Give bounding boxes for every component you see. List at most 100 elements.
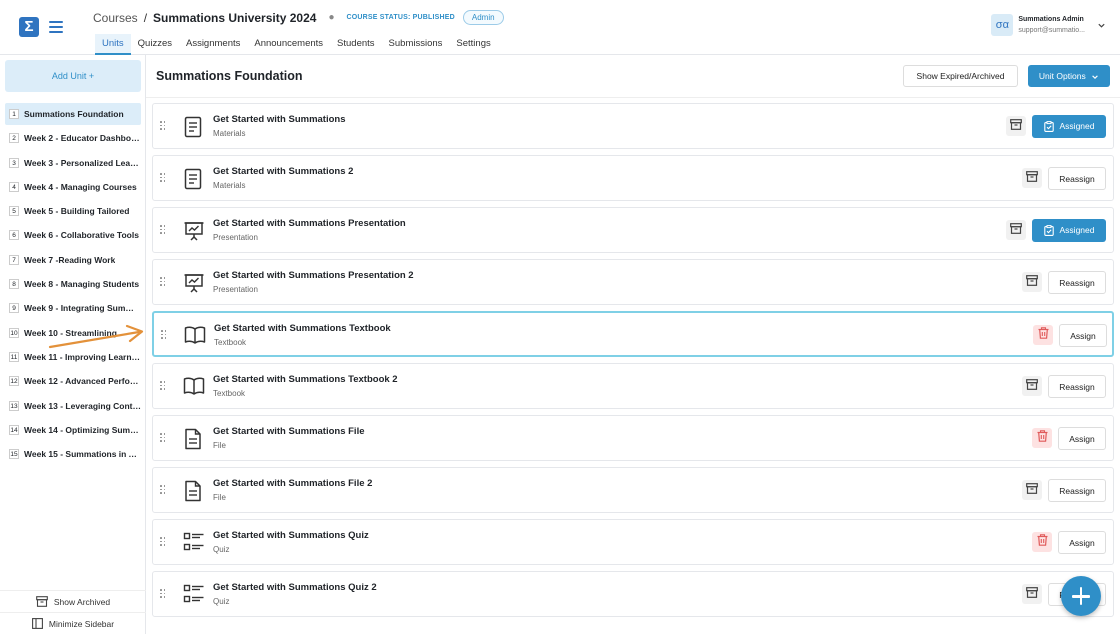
archive-button[interactable] [1022,584,1042,604]
drag-handle-icon[interactable] [160,173,166,183]
assign-button[interactable]: Assign [1059,324,1107,347]
sidebar-item-unit-1[interactable]: 1 Summations Foundation [5,103,141,125]
material-card[interactable]: Get Started with Summations Materials Assi… [152,103,1114,149]
material-card[interactable]: Get Started with Summations 2 Materials Re… [152,155,1114,201]
chevron-down-icon [1092,75,1098,79]
sidebar-item-unit-7[interactable]: 7 Week 7 -Reading Work [5,249,141,271]
sidebar-item-unit-14[interactable]: 14 Week 14 - Optimizing Summations [5,419,141,441]
material-type: Presentation [213,285,258,294]
drag-handle-icon[interactable] [160,121,166,131]
drag-handle-icon[interactable] [160,537,166,547]
user-menu[interactable]: σα Summations Admin support@summatio... [991,14,1106,36]
material-title[interactable]: Get Started with Summations Presentation [213,218,406,229]
add-fab-button[interactable] [1061,576,1101,616]
reassign-button[interactable]: Reassign [1048,271,1106,294]
tab-submissions[interactable]: Submissions [382,34,450,55]
add-unit-button[interactable]: Add Unit + [5,60,141,92]
drag-handle-icon[interactable] [160,485,166,495]
tab-students[interactable]: Students [330,34,382,55]
show-archived-button[interactable]: Show Archived [0,590,146,612]
archive-button[interactable] [1022,376,1042,396]
tab-assignments[interactable]: Assignments [179,34,247,55]
sidebar-item-unit-12[interactable]: 12 Week 12 - Advanced Performance [5,370,141,392]
reassign-button[interactable]: Reassign [1048,167,1106,190]
reassign-button[interactable]: Reassign [1048,375,1106,398]
unit-number: 2 [9,133,19,144]
assigned-button[interactable]: Assigned [1032,219,1106,242]
material-card[interactable]: Get Started with Summations Presentation… [152,207,1114,253]
delete-button[interactable] [1032,532,1052,552]
assign-button[interactable]: Assign [1058,427,1106,450]
material-card[interactable]: Get Started with Summations Quiz 2QuizRe… [152,571,1114,617]
material-card[interactable]: Get Started with Summations Textbook Text… [152,311,1114,357]
sidebar-item-unit-13[interactable]: 13 Week 13 - Leveraging Content [5,395,141,417]
main-content: Summations Foundation Show Expired/Archi… [146,55,1120,634]
annotation-arrow-icon [48,324,144,349]
assign-button[interactable]: Assign [1058,531,1106,554]
breadcrumb-courses-link[interactable]: Courses [93,11,138,25]
archive-button[interactable] [1022,480,1042,500]
action-label: Assign [1069,538,1095,548]
sidebar-item-unit-4[interactable]: 4 Week 4 - Managing Courses [5,176,141,198]
file-icon [183,480,203,507]
tab-quizzes[interactable]: Quizzes [131,34,179,55]
chevron-down-icon[interactable] [1097,21,1106,30]
drag-handle-icon[interactable] [160,225,166,235]
drag-handle-icon[interactable] [160,277,166,287]
archive-button[interactable] [1006,116,1026,136]
archive-button[interactable] [1006,220,1026,240]
assigned-button[interactable]: Assigned [1032,115,1106,138]
drag-handle-icon[interactable] [161,330,167,340]
sidebar-item-unit-15[interactable]: 15 Week 15 - Summations in Action [5,443,141,465]
sidebar-item-unit-2[interactable]: 2 Week 2 - Educator Dashboard [5,127,141,149]
material-card[interactable]: Get Started with Summations File 2 File Re… [152,467,1114,513]
unit-number: 10 [9,327,19,338]
material-type: Materials [213,181,246,190]
action-label: Reassign [1059,486,1095,496]
delete-button[interactable] [1033,325,1053,345]
sidebar-item-unit-9[interactable]: 9 Week 9 - Integrating Summations [5,297,141,319]
reassign-button[interactable]: Reassign [1048,479,1106,502]
tab-announcements[interactable]: Announcements [247,34,330,55]
archive-button[interactable] [1022,272,1042,292]
course-status: COURSE STATUS: PUBLISHED [346,14,455,21]
material-card[interactable]: Get Started with Summations File File Assi… [152,415,1114,461]
archive-button[interactable] [1022,168,1042,188]
show-expired-archived-button[interactable]: Show Expired/Archived [903,65,1018,87]
material-title[interactable]: Get Started with Summations Quiz [213,530,369,541]
material-title[interactable]: Get Started with Summations Textbook [214,323,391,334]
material-title[interactable]: Get Started with Summations [213,114,346,125]
sidebar-item-unit-5[interactable]: 5 Week 5 - Building Tailored [5,200,141,222]
material-title[interactable]: Get Started with Summations File 2 [213,478,372,489]
drag-handle-icon[interactable] [160,433,166,443]
material-title[interactable]: Get Started with Summations 2 [213,166,353,177]
book-icon [184,325,206,350]
material-type: Quiz [213,597,230,606]
unit-label: Week 7 -Reading Work [24,254,116,265]
unit-number: 9 [9,303,19,314]
material-title[interactable]: Get Started with Summations File [213,426,365,437]
sidebar-item-unit-8[interactable]: 8 Week 8 - Managing Students [5,273,141,295]
unit-options-button[interactable]: Unit Options [1028,65,1110,87]
material-card[interactable]: Get Started with Summations Presentation… [152,259,1114,305]
delete-button[interactable] [1032,428,1052,448]
minimize-sidebar-button[interactable]: Minimize Sidebar [0,612,146,634]
user-email: support@summatio... [1018,27,1085,34]
material-title[interactable]: Get Started with Summations Presentation… [213,270,414,281]
material-title[interactable]: Get Started with Summations Quiz 2 [213,582,377,593]
breadcrumb: Courses / Summations University 2024 ● C… [93,10,504,25]
hamburger-menu-icon[interactable] [49,18,63,36]
material-title[interactable]: Get Started with Summations Textbook 2 [213,374,398,385]
summations-logo-icon[interactable]: Σ [19,17,39,37]
unit-number: 8 [9,279,19,290]
material-card[interactable]: Get Started with Summations Textbook 2 Te… [152,363,1114,409]
drag-handle-icon[interactable] [160,589,166,599]
tab-settings[interactable]: Settings [449,34,497,55]
sidebar-item-unit-6[interactable]: 6 Week 6 - Collaborative Tools [5,224,141,246]
book-icon [183,376,205,401]
material-card[interactable]: Get Started with Summations Quiz Quiz Assi… [152,519,1114,565]
drag-handle-icon[interactable] [160,381,166,391]
page-title: Summations Foundation [156,69,303,83]
sidebar-item-unit-3[interactable]: 3 Week 3 - Personalized Learning [5,152,141,174]
tab-units[interactable]: Units [95,34,131,55]
